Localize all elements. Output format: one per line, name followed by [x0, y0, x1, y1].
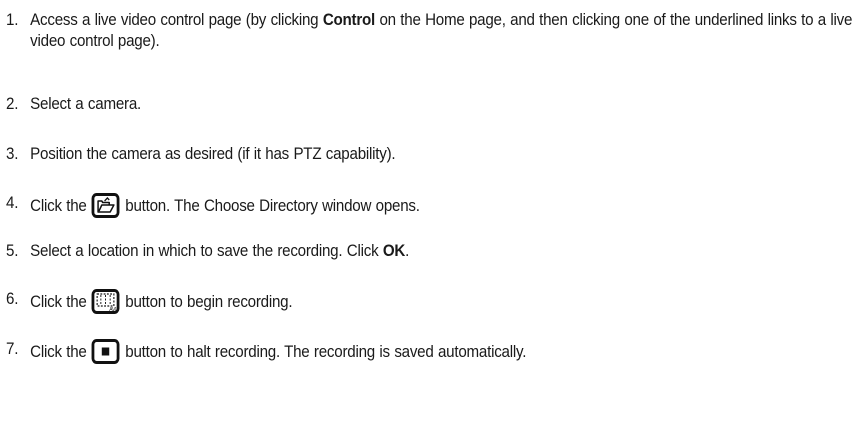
step-text: Select a camera. [30, 95, 141, 113]
step-number: 7. [6, 340, 19, 358]
text-run: Select a location in which to save the r… [30, 242, 383, 260]
step-6: 6. Click the AVI button to begin recordin… [6, 289, 860, 314]
avi-label: AVI [110, 307, 117, 313]
step-4: 4. Click the button. The Choose Directory… [6, 193, 860, 218]
step-3: 3. Position the camera as desired (if it … [6, 144, 860, 165]
text-run: button to begin recording. [120, 293, 293, 311]
step-text: Click the AVI button to begin recording. [30, 289, 293, 314]
text-run: . [405, 242, 410, 260]
emphasis-text: OK [382, 242, 406, 260]
text-run: Click the [30, 343, 92, 361]
text-run: Click the [30, 293, 92, 311]
text-run: Position the camera as desired (if it ha… [30, 145, 396, 163]
emphasis-text: Control [322, 11, 376, 29]
step-number: 6. [6, 290, 19, 308]
text-run: button to halt recording. The recording … [120, 343, 527, 361]
avi-record-icon: AVI [91, 289, 120, 314]
step-number: 4. [6, 194, 19, 212]
step-number: 5. [6, 242, 19, 260]
step-2: 2. Select a camera. [6, 94, 860, 115]
text-run: Access a live video control page (by cli… [30, 11, 323, 29]
step-text: Position the camera as desired (if it ha… [30, 145, 395, 163]
step-text: Select a location in which to save the r… [30, 242, 409, 260]
text-run: Select a camera. [30, 95, 142, 113]
step-7: 7. Click the button to halt recording. Th… [6, 339, 860, 364]
step-number: 3. [6, 145, 19, 163]
choose-directory-icon [91, 193, 120, 218]
text-run: Click the [30, 197, 92, 215]
text-run: button. The Choose Directory window open… [120, 197, 420, 215]
step-number: 1. [6, 11, 19, 29]
step-5: 5. Select a location in which to save the… [6, 241, 860, 262]
step-text: Click the button to halt recording. The … [30, 339, 527, 364]
step-text: Access a live video control page (by cli… [30, 11, 852, 50]
step-number: 2. [6, 95, 19, 113]
stop-icon [91, 339, 120, 364]
step-text: Click the button. The Choose Directory w… [30, 193, 420, 218]
step-1: 1. Access a live video control page (by c… [6, 10, 860, 52]
